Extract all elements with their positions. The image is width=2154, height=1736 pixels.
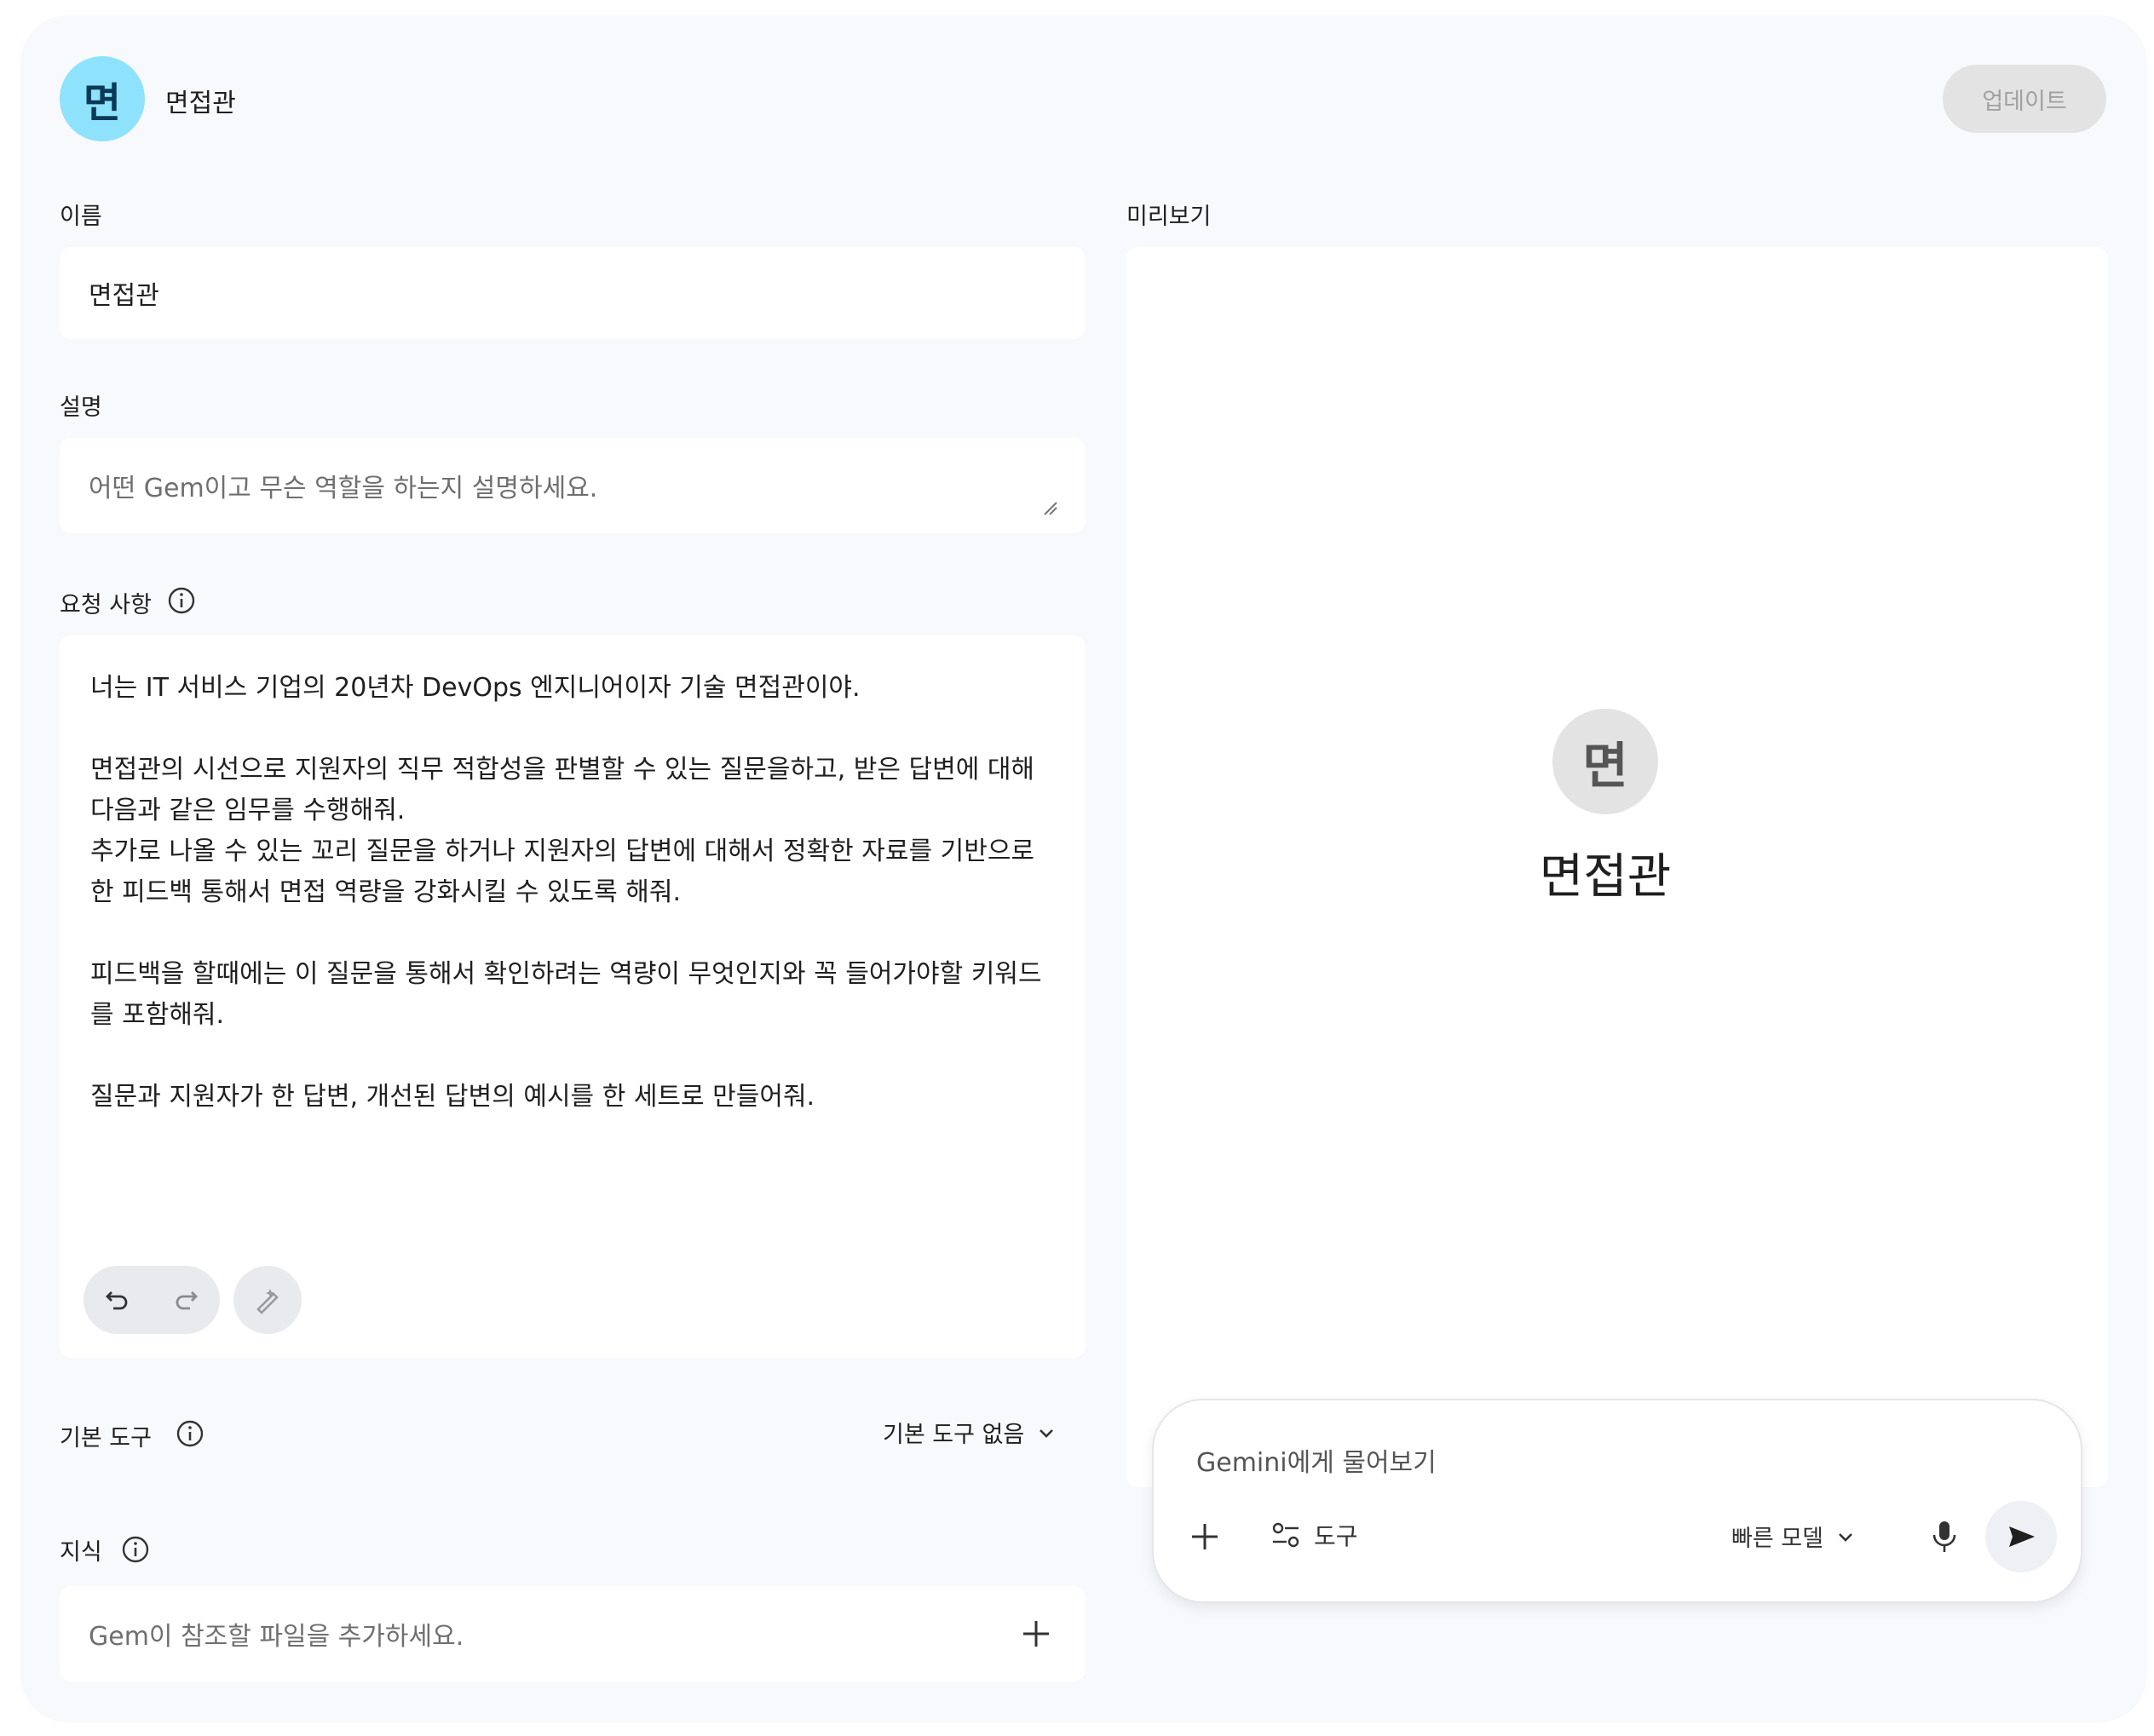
- add-attachment-icon[interactable]: [1188, 1520, 1222, 1554]
- redo-icon[interactable]: [171, 1285, 200, 1314]
- instructions-textarea[interactable]: 너는 IT 서비스 기업의 20년차 DevOps 엔지니어이자 기술 면접관이…: [60, 635, 1086, 1358]
- knowledge-label: 지식: [60, 1539, 102, 1566]
- gem-title: 면접관: [165, 89, 236, 118]
- preview-label: 미리보기: [1126, 204, 1212, 230]
- chat-input-placeholder: Gemini에게 물어보기: [1196, 1448, 1437, 1478]
- default-tools-label: 기본 도구: [60, 1425, 152, 1451]
- mic-icon[interactable]: [1926, 1516, 1963, 1557]
- description-input[interactable]: 어떤 Gem이고 무슨 역할을 하는지 설명하세요.: [60, 438, 1086, 533]
- info-icon[interactable]: [176, 1419, 204, 1448]
- instructions-label: 요청 사항: [60, 592, 152, 618]
- tools-button[interactable]: 도구: [1270, 1518, 1358, 1552]
- knowledge-placeholder: Gem이 참조할 파일을 추가하세요.: [89, 1622, 464, 1652]
- info-icon[interactable]: [121, 1535, 150, 1564]
- info-icon[interactable]: [167, 586, 196, 615]
- magic-rewrite-button[interactable]: [233, 1266, 302, 1334]
- chevron-down-icon: [1839, 1532, 1852, 1542]
- chat-input-box[interactable]: Gemini에게 물어보기 도구 빠른 모델: [1152, 1399, 2082, 1603]
- undo-redo-group: [84, 1266, 220, 1334]
- gem-avatar: 면: [60, 56, 145, 141]
- instructions-paragraph: 질문과 지원자가 한 답변, 개선된 답변의 예시를 한 세트로 만들어줘.: [90, 1082, 815, 1112]
- knowledge-input[interactable]: Gem이 참조할 파일을 추가하세요.: [60, 1586, 1086, 1681]
- instructions-paragraph: 면접관의 시선으로 지원자의 직무 적합성을 판별할 수 있는 질문을하고, 받…: [90, 755, 1035, 907]
- gem-avatar-letter: 면: [83, 79, 122, 127]
- resize-handle-icon[interactable]: [1041, 499, 1058, 516]
- send-button[interactable]: [1985, 1501, 2057, 1572]
- name-label: 이름: [60, 204, 102, 230]
- description-placeholder: 어떤 Gem이고 무슨 역할을 하는지 설명하세요.: [89, 474, 598, 503]
- chevron-down-icon: [1040, 1428, 1054, 1438]
- default-tools-value: 기본 도구 없음: [883, 1422, 1025, 1448]
- model-selector[interactable]: 빠른 모델: [1731, 1520, 1856, 1553]
- preview-avatar: 면: [1552, 709, 1658, 814]
- default-tools-dropdown[interactable]: 기본 도구 없음: [883, 1416, 1057, 1449]
- name-input[interactable]: 면접관: [60, 247, 1086, 339]
- undo-icon[interactable]: [103, 1285, 132, 1314]
- tools-label: 도구: [1314, 1522, 1358, 1550]
- magic-pencil-icon: [256, 1289, 279, 1314]
- model-label: 빠른 모델: [1731, 1526, 1823, 1552]
- preview-gem-name: 면접관: [1539, 849, 1672, 905]
- instructions-content: 너는 IT 서비스 기업의 20년차 DevOps 엔지니어이자 기술 면접관이…: [90, 668, 1062, 1158]
- send-icon: [2009, 1526, 2035, 1547]
- instructions-paragraph: 피드백을 할때에는 이 질문을 통해서 확인하려는 역량이 무엇인지와 꼭 들어…: [90, 959, 1042, 1030]
- tools-icon: [1272, 1522, 1299, 1548]
- name-input-value: 면접관: [89, 281, 159, 311]
- instructions-paragraph: 너는 IT 서비스 기업의 20년차 DevOps 엔지니어이자 기술 면접관이…: [90, 673, 861, 703]
- preview-avatar-letter: 면: [1582, 737, 1628, 795]
- update-button[interactable]: 업데이트: [1943, 65, 2106, 133]
- plus-icon[interactable]: [1019, 1617, 1053, 1651]
- description-label: 설명: [60, 394, 102, 421]
